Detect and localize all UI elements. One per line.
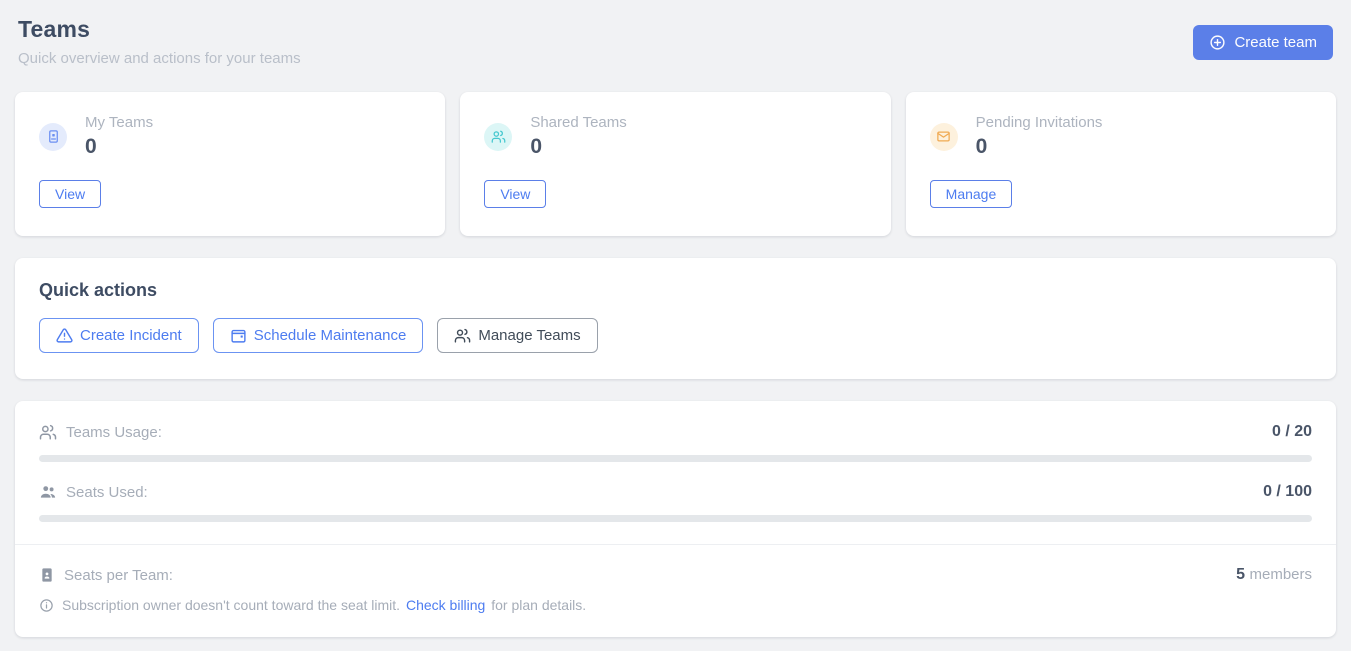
page-header: Teams Quick overview and actions for you… (15, 14, 1336, 67)
seats-per-team-unit: members (1249, 566, 1312, 583)
header-text: Teams Quick overview and actions for you… (18, 16, 301, 67)
stat-card-label: My Teams (85, 114, 153, 131)
schedule-maintenance-button[interactable]: Schedule Maintenance (213, 318, 424, 353)
view-shared-teams-button[interactable]: View (484, 180, 546, 208)
stat-card-label: Shared Teams (530, 114, 626, 131)
users-filled-icon (39, 483, 57, 501)
badge-icon (39, 123, 67, 151)
quick-actions-title: Quick actions (39, 280, 1312, 301)
view-my-teams-button[interactable]: View (39, 180, 101, 208)
seats-used-row: Seats Used: 0 / 100 (39, 483, 1312, 501)
manage-teams-label: Manage Teams (478, 327, 580, 344)
check-billing-link[interactable]: Check billing (406, 597, 485, 613)
seat-limit-note: Subscription owner doesn't count toward … (39, 597, 1312, 613)
teams-usage-label: Teams Usage: (66, 424, 162, 441)
quick-actions-panel: Quick actions Create Incident Schedule M… (15, 258, 1336, 379)
users-icon (484, 123, 512, 151)
seats-used-value: 0 / 100 (1263, 483, 1312, 501)
stat-card-my-teams: My Teams 0 View (15, 92, 445, 236)
stat-card-shared-teams: Shared Teams 0 View (460, 92, 890, 236)
stat-cards-row: My Teams 0 View Shared Teams 0 View (15, 92, 1336, 236)
teams-usage-progressbar (39, 455, 1312, 462)
calendar-icon (230, 327, 247, 344)
teams-page: Teams Quick overview and actions for you… (0, 0, 1351, 651)
create-team-label: Create team (1234, 34, 1317, 51)
mail-icon (930, 123, 958, 151)
seats-used-label: Seats Used: (66, 484, 148, 501)
seats-per-team-value: 5 (1236, 566, 1245, 583)
badge-icon (39, 567, 55, 583)
stat-card-value: 0 (85, 135, 153, 159)
stat-card-pending-invitations: Pending Invitations 0 Manage (906, 92, 1336, 236)
create-team-button[interactable]: Create team (1193, 25, 1333, 60)
divider (15, 544, 1336, 545)
teams-usage-value: 0 / 20 (1272, 423, 1312, 441)
users-outline-icon (39, 423, 57, 441)
plus-circle-icon (1209, 34, 1226, 51)
manage-teams-button[interactable]: Manage Teams (437, 318, 597, 353)
info-icon (39, 598, 54, 613)
seats-used-progressbar (39, 515, 1312, 522)
create-incident-label: Create Incident (80, 327, 182, 344)
manage-invitations-button[interactable]: Manage (930, 180, 1013, 208)
stat-card-label: Pending Invitations (976, 114, 1103, 131)
schedule-maintenance-label: Schedule Maintenance (254, 327, 407, 344)
users-icon (454, 327, 471, 344)
page-subtitle: Quick overview and actions for your team… (18, 50, 301, 67)
seats-per-team-label: Seats per Team: (64, 567, 173, 584)
seats-per-team-row: Seats per Team: 5 members (39, 566, 1312, 584)
warning-icon (56, 327, 73, 344)
usage-panel: Teams Usage: 0 / 20 Seats Used: 0 / 100 (15, 401, 1336, 637)
page-title: Teams (18, 16, 301, 43)
note-text: Subscription owner doesn't count toward … (62, 597, 586, 613)
create-incident-button[interactable]: Create Incident (39, 318, 199, 353)
stat-card-value: 0 (530, 135, 626, 159)
teams-usage-row: Teams Usage: 0 / 20 (39, 423, 1312, 441)
stat-card-value: 0 (976, 135, 1103, 159)
